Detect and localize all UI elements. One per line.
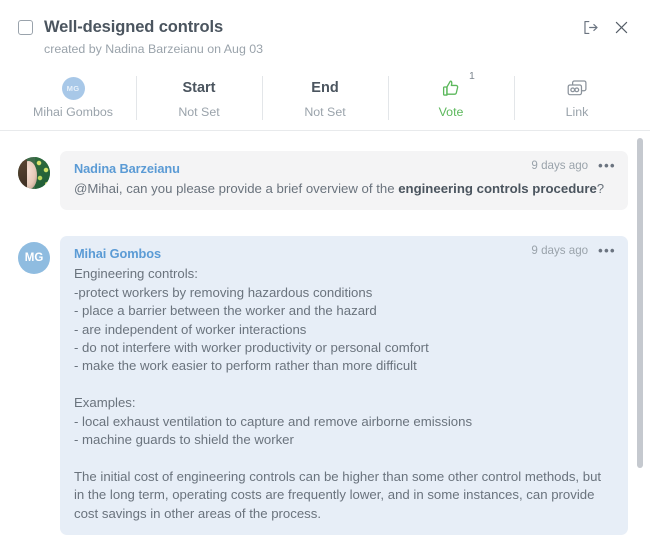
toolbar-link[interactable]: Link	[514, 72, 640, 126]
comment-meta: 9 days ago •••	[531, 244, 616, 257]
task-toolbar: MG Mihai Gombos Start Not Set End Not Se…	[0, 72, 650, 126]
thumbs-up-icon	[441, 78, 462, 99]
end-date-title: End	[311, 75, 338, 101]
toolbar-assignee[interactable]: MG Mihai Gombos	[10, 72, 136, 126]
task-complete-checkbox[interactable]	[18, 20, 33, 35]
comment-options-button[interactable]: •••	[598, 244, 616, 257]
thread-scrollbar-thumb[interactable]	[637, 138, 643, 468]
timestamp: 9 days ago	[531, 244, 588, 257]
link-label: Link	[566, 105, 589, 119]
avatar: MG	[18, 242, 50, 274]
list-item: MG 9 days ago ••• Mihai Gombos Engineeri…	[18, 236, 628, 535]
comment-body: Engineering controls: -protect workers b…	[74, 265, 614, 523]
start-date-title: Start	[182, 75, 215, 101]
comment-author[interactable]: Nadina Barzeianu	[74, 161, 180, 176]
comment-body: @Mihai, can you please provide a brief o…	[74, 180, 614, 198]
title-row: Well-designed controls	[18, 18, 630, 37]
list-item: 9 days ago ••• Nadina Barzeianu @Mihai, …	[18, 151, 628, 210]
thread-scrollbar-track[interactable]	[637, 138, 643, 549]
avatar: MG	[62, 77, 85, 100]
assignee-label: Mihai Gombos	[33, 105, 113, 119]
start-date-value: Not Set	[178, 105, 219, 119]
comment-body-text-after: ?	[597, 181, 604, 196]
vote-count-badge: 1	[469, 70, 475, 82]
avatar-photo-pattern	[35, 157, 50, 189]
avatar-photo-hair	[18, 159, 27, 189]
thumbs-up-icon-wrap	[441, 75, 462, 101]
vote-label: Vote	[439, 105, 464, 119]
comment-thread: 9 days ago ••• Nadina Barzeianu @Mihai, …	[0, 131, 650, 549]
toolbar-start-date[interactable]: Start Not Set	[136, 72, 262, 126]
comment-options-button[interactable]: •••	[598, 159, 616, 172]
comment-author[interactable]: Mihai Gombos	[74, 246, 161, 261]
header-actions	[582, 19, 630, 36]
assignee-avatar-wrap: MG	[62, 75, 85, 101]
task-header: Well-designed controls created by Nadina…	[0, 0, 650, 56]
end-date-value: Not Set	[304, 105, 345, 119]
comment-bubble: 9 days ago ••• Nadina Barzeianu @Mihai, …	[60, 151, 628, 210]
close-icon[interactable]	[613, 19, 630, 36]
task-subtitle: created by Nadina Barzeianu on Aug 03	[44, 42, 630, 56]
comment-bubble: 9 days ago ••• Mihai Gombos Engineering …	[60, 236, 628, 535]
comment-body-text-before: @Mihai, can you please provide a brief o…	[74, 181, 398, 196]
open-in-new-icon[interactable]	[582, 19, 599, 36]
comment-body-highlight: engineering controls procedure	[398, 181, 597, 196]
comment-meta: 9 days ago •••	[531, 159, 616, 172]
page-title: Well-designed controls	[44, 18, 223, 37]
timestamp: 9 days ago	[531, 159, 588, 172]
link-icon	[566, 78, 589, 99]
toolbar-vote[interactable]: 1 Vote	[388, 72, 514, 126]
link-icon-wrap	[566, 75, 589, 101]
avatar	[18, 157, 50, 189]
toolbar-end-date[interactable]: End Not Set	[262, 72, 388, 126]
